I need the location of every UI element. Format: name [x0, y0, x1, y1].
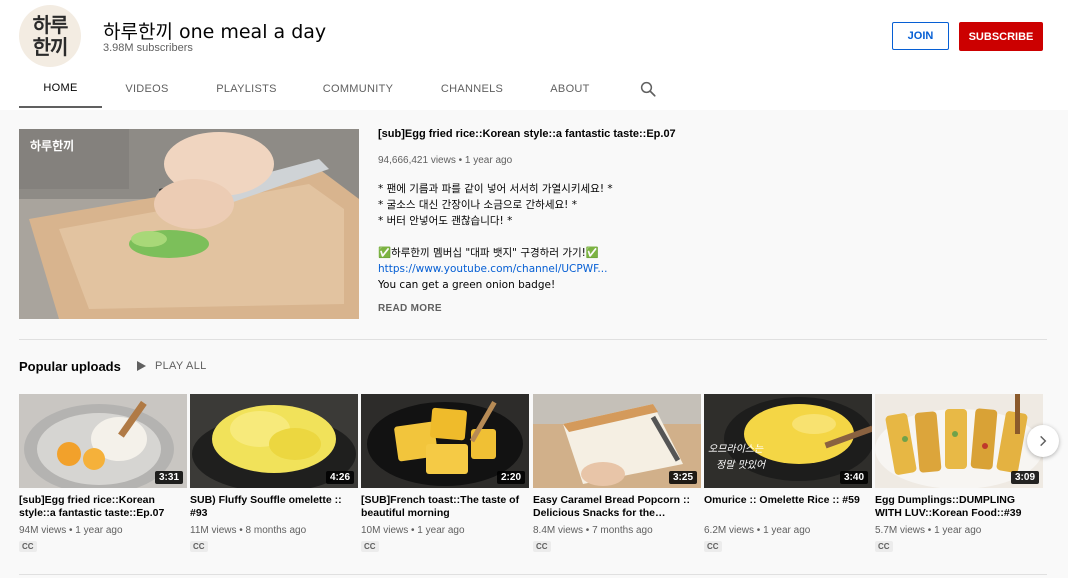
video-meta: 6.2M views • 1 year ago [704, 525, 811, 536]
channel-header: 하루 한끼 하루한끼 one meal a day 3.98M subscrib… [0, 0, 1068, 110]
tab-channels[interactable]: CHANNELS [435, 70, 509, 108]
cc-badge: CC [19, 541, 37, 552]
tab-videos[interactable]: VIDEOS [117, 70, 177, 108]
featured-video-thumbnail[interactable]: 하루한끼 [19, 129, 359, 319]
video-thumbnail[interactable]: 3:25 [533, 394, 701, 488]
search-icon[interactable] [639, 80, 657, 98]
play-icon [137, 361, 146, 371]
description-line [378, 229, 613, 245]
video-meta: 5.7M views • 1 year ago [875, 525, 982, 536]
video-title[interactable]: [SUB]French toast::The taste of beautifu… [361, 494, 529, 519]
play-all-button[interactable]: PLAY ALL [137, 360, 207, 372]
video-meta: 8.4M views • 7 months ago [533, 525, 653, 536]
video-card[interactable]: 오므라이스는 정말 맛있어 3:40 Omurice :: Omelette R… [704, 394, 872, 554]
video-thumbnail[interactable]: 3:09 [875, 394, 1043, 488]
section-divider [19, 574, 1047, 575]
avatar-text-line2: 한끼 [32, 35, 69, 59]
video-meta: 94M views • 1 year ago [19, 525, 123, 536]
video-meta: 11M views • 8 months ago [190, 525, 307, 536]
video-card[interactable]: 3:09 Egg Dumplings::DUMPLING WITH LUV::K… [875, 394, 1043, 554]
subscriber-count: 3.98M subscribers [103, 42, 193, 54]
video-meta: 10M views • 1 year ago [361, 525, 465, 536]
cc-badge: CC [875, 541, 893, 552]
description-line: * 굴소스 대신 간장이나 소금으로 간하세요! * [378, 199, 577, 211]
chevron-right-icon [1040, 435, 1047, 447]
join-button[interactable]: JOIN [892, 22, 949, 50]
read-more-button[interactable]: READ MORE [378, 303, 442, 314]
featured-thumbnail-image [19, 129, 359, 319]
thumbnail-caption-line: 정말 맛있어 [716, 460, 766, 471]
thumbnail-caption: 오므라이스는 정말 맛있어 [708, 442, 765, 474]
description-link[interactable]: https://www.youtube.com/channel/UCPWF... [378, 261, 613, 277]
video-title[interactable]: SUB) Fluffy Souffle omelette :: #93 [190, 494, 358, 519]
tab-playlists[interactable]: PLAYLISTS [209, 70, 284, 108]
thumbnail-watermark: 하루한끼 [30, 139, 75, 153]
video-card[interactable]: 4:26 SUB) Fluffy Souffle omelette :: #93… [190, 394, 358, 554]
description-line: ✅하루한끼 멤버십 "대파 뱃지" 구경하러 가기!✅ [378, 247, 599, 259]
channel-name: 하루한끼 one meal a day [103, 21, 327, 43]
video-duration: 4:26 [325, 471, 354, 484]
video-title[interactable]: Egg Dumplings::DUMPLING WITH LUV::Korean… [875, 494, 1043, 519]
tab-home[interactable]: HOME [19, 70, 102, 108]
cc-badge: CC [533, 541, 551, 552]
video-thumbnail[interactable]: 2:20 [361, 394, 529, 488]
section-title: Popular uploads [19, 359, 121, 374]
video-title[interactable]: [sub]Egg fried rice::Korean style::a fan… [19, 494, 187, 519]
video-thumbnail[interactable]: 3:31 [19, 394, 187, 488]
video-title[interactable]: Omurice :: Omelette Rice :: #59 [704, 494, 872, 519]
video-duration: 3:31 [154, 471, 183, 484]
featured-video-description: * 팬에 기름과 파를 같이 넣어 서서히 가열시키세요! * * 굴소스 대신… [378, 181, 613, 293]
video-card[interactable]: 3:31 [sub]Egg fried rice::Korean style::… [19, 394, 187, 554]
featured-video-meta: 94,666,421 views • 1 year ago [378, 155, 513, 166]
avatar-text-line1: 하루 [32, 13, 69, 37]
video-duration: 2:20 [496, 471, 525, 484]
video-duration: 3:09 [1010, 471, 1039, 484]
cc-badge: CC [361, 541, 379, 552]
video-duration: 3:25 [668, 471, 697, 484]
play-all-label: PLAY ALL [155, 360, 207, 372]
next-arrow-button[interactable] [1027, 425, 1059, 457]
subscribe-button[interactable]: SUBSCRIBE [959, 22, 1043, 51]
tab-community[interactable]: COMMUNITY [317, 70, 399, 108]
description-line: You can get a green onion badge! [378, 279, 556, 291]
video-card[interactable]: 3:25 Easy Caramel Bread Popcorn :: Delic… [533, 394, 701, 554]
channel-avatar[interactable]: 하루 한끼 [19, 5, 81, 67]
featured-video-title[interactable]: [sub]Egg fried rice::Korean style::a fan… [378, 128, 676, 140]
video-card[interactable]: 2:20 [SUB]French toast::The taste of bea… [361, 394, 529, 554]
video-duration: 3:40 [839, 471, 868, 484]
thumbnail-caption-line: 오므라이스는 [708, 444, 764, 455]
video-title[interactable]: Easy Caramel Bread Popcorn :: Delicious … [533, 494, 701, 519]
tab-about[interactable]: ABOUT [544, 70, 596, 108]
cc-badge: CC [704, 541, 722, 552]
cc-badge: CC [190, 541, 208, 552]
description-line: * 버터 안넣어도 괜찮습니다! * [378, 215, 513, 227]
video-thumbnail[interactable]: 오므라이스는 정말 맛있어 3:40 [704, 394, 872, 488]
description-line: * 팬에 기름과 파를 같이 넣어 서서히 가열시키세요! * [378, 183, 613, 195]
video-thumbnail[interactable]: 4:26 [190, 394, 358, 488]
section-divider [19, 339, 1047, 340]
